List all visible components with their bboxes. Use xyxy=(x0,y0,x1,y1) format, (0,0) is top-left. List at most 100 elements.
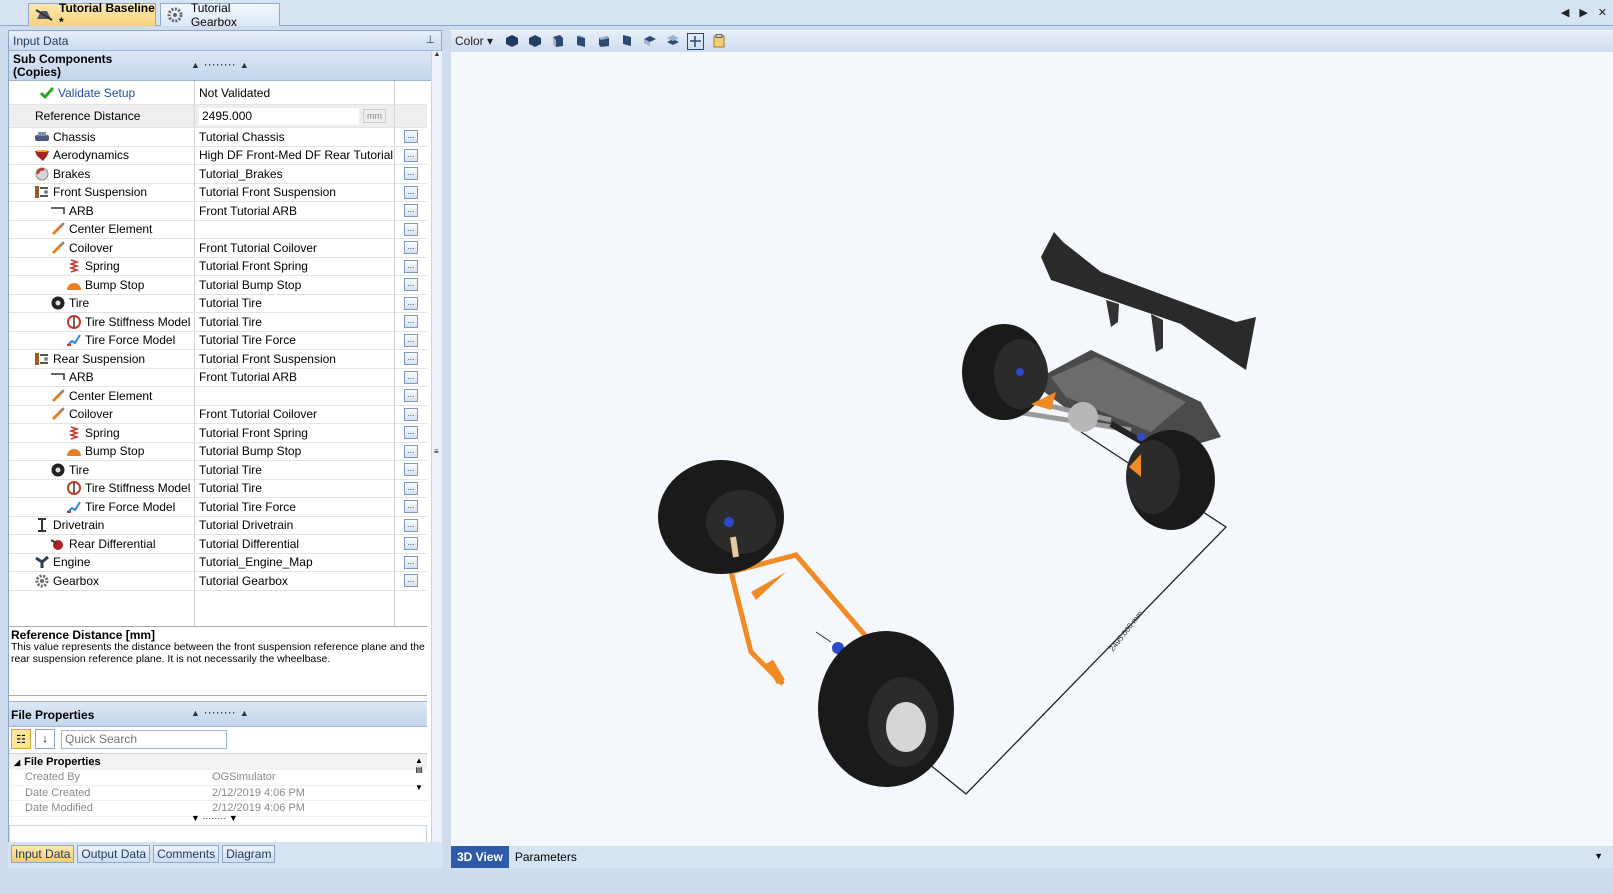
component-row-coilover[interactable]: Coilover Front Tutorial Coilover... xyxy=(9,239,427,258)
browse-button[interactable]: ... xyxy=(404,426,418,440)
component-row-coilover[interactable]: Coilover Front Tutorial Coilover... xyxy=(9,405,427,424)
browse-button[interactable]: ... xyxy=(404,259,418,273)
component-value[interactable]: Tutorial Chassis xyxy=(195,128,395,146)
file-properties-category[interactable]: ◢ File Properties xyxy=(9,754,427,770)
component-row-tire-force-model[interactable]: Tire Force Model Tutorial Tire Force... xyxy=(9,331,427,350)
component-row-spring[interactable]: Spring Tutorial Front Spring... xyxy=(9,257,427,276)
tab-output-data[interactable]: Output Data xyxy=(77,845,151,863)
tab-3d-view[interactable]: 3D View xyxy=(451,846,509,868)
component-row-center-element[interactable]: Center Element... xyxy=(9,220,427,239)
component-value[interactable]: Tutorial Front Spring xyxy=(195,257,395,275)
view-back-icon[interactable] xyxy=(595,33,612,50)
browse-button[interactable]: ... xyxy=(404,130,418,144)
component-value[interactable] xyxy=(195,387,395,405)
component-value[interactable]: Tutorial Bump Stop xyxy=(195,276,395,294)
left-panel-scrollbar[interactable]: ▲ ≡ ▼ xyxy=(431,51,442,867)
component-row-gearbox[interactable]: Gearbox Tutorial Gearbox... xyxy=(9,572,427,591)
browse-button[interactable]: ... xyxy=(404,537,418,551)
view-right-icon[interactable] xyxy=(572,33,589,50)
splitter-grip-icon[interactable]: ▼ ········ ▼ xyxy=(191,813,238,823)
component-value[interactable]: Tutorial Tire xyxy=(195,479,395,497)
browse-button[interactable]: ... xyxy=(404,463,418,477)
pin-icon[interactable]: ⊥ xyxy=(425,33,435,46)
browse-button[interactable]: ... xyxy=(404,333,418,347)
view-front-icon[interactable] xyxy=(526,33,543,50)
component-value[interactable]: High DF Front-Med DF Rear Tutorial xyxy=(195,146,395,164)
component-value[interactable]: Tutorial Front Suspension xyxy=(195,350,395,368)
component-value[interactable]: Front Tutorial ARB xyxy=(195,202,395,220)
validate-cell[interactable]: Validate Setup xyxy=(9,81,195,104)
view-left-icon[interactable] xyxy=(549,33,566,50)
browse-button[interactable]: ... xyxy=(404,278,418,292)
component-row-spring[interactable]: Spring Tutorial Front Spring... xyxy=(9,424,427,443)
component-row-center-element[interactable]: Center Element... xyxy=(9,387,427,406)
file-property-row[interactable]: Created By OGSimulator xyxy=(9,770,427,786)
browse-button[interactable]: ... xyxy=(404,185,418,199)
browse-button[interactable]: ... xyxy=(404,370,418,384)
component-value[interactable]: Tutorial Gearbox xyxy=(195,572,395,590)
browse-button[interactable]: ... xyxy=(404,352,418,366)
file-property-row[interactable]: Date Created 2/12/2019 4:06 PM xyxy=(9,786,427,801)
view-rear-icon[interactable] xyxy=(618,33,635,50)
scroll-right-icon[interactable]: ▶ xyxy=(1579,6,1587,19)
browse-button[interactable]: ... xyxy=(404,296,418,310)
browse-button[interactable]: ... xyxy=(404,241,418,255)
component-value[interactable]: Tutorial_Brakes xyxy=(195,165,395,183)
component-row-aerodynamics[interactable]: Aerodynamics High DF Front-Med DF Rear Tu… xyxy=(9,146,427,165)
reference-distance-input[interactable] xyxy=(199,107,359,125)
file-properties-scrollbar[interactable]: ▲ ▤ ▼ xyxy=(413,756,425,818)
browse-button[interactable]: ... xyxy=(404,555,418,569)
scroll-left-icon[interactable]: ◀ xyxy=(1561,6,1569,19)
component-value[interactable]: Front Tutorial Coilover xyxy=(195,239,395,257)
component-value[interactable]: Tutorial Tire xyxy=(195,461,395,479)
component-value[interactable]: Front Tutorial ARB xyxy=(195,368,395,386)
component-row-tire[interactable]: Tire Tutorial Tire... xyxy=(9,461,427,480)
browse-button[interactable]: ... xyxy=(404,407,418,421)
component-value[interactable]: Front Tutorial Coilover xyxy=(195,405,395,423)
chevron-down-icon[interactable]: ▼ xyxy=(1594,851,1603,861)
component-row-tire[interactable]: Tire Tutorial Tire... xyxy=(9,294,427,313)
scroll-up-icon[interactable]: ▲ xyxy=(432,51,442,58)
component-value[interactable]: Tutorial Front Spring xyxy=(195,424,395,442)
component-value[interactable]: Tutorial Differential xyxy=(195,535,395,553)
component-row-brakes[interactable]: Brakes Tutorial_Brakes... xyxy=(9,165,427,184)
component-row-tire-force-model[interactable]: Tire Force Model Tutorial Tire Force... xyxy=(9,498,427,517)
tab-comments[interactable]: Comments xyxy=(153,845,220,863)
browse-button[interactable]: ... xyxy=(404,574,418,588)
component-row-arb[interactable]: ARB Front Tutorial ARB... xyxy=(9,368,427,387)
browse-button[interactable]: ... xyxy=(404,148,418,162)
component-row-front-suspension[interactable]: Front Suspension Tutorial Front Suspensio… xyxy=(9,183,427,202)
component-value[interactable]: Tutorial Tire xyxy=(195,313,395,331)
tab-input-data[interactable]: Input Data xyxy=(11,845,75,863)
subcomponents-header[interactable]: Sub Components (Copies) ▲ ········ ▲ xyxy=(9,51,441,81)
splitter-grip-icon[interactable]: ▲ ········ ▲ xyxy=(191,708,250,718)
tab-parameters[interactable]: Parameters xyxy=(509,846,583,868)
quick-search-input[interactable] xyxy=(61,729,227,749)
fit-view-icon[interactable] xyxy=(687,32,705,50)
validate-setup-link[interactable]: Validate Setup xyxy=(58,86,135,100)
tab-tutorial-gearbox[interactable]: Tutorial Gearbox xyxy=(160,1,280,29)
browse-button[interactable]: ... xyxy=(404,518,418,532)
component-row-bump-stop[interactable]: Bump Stop Tutorial Bump Stop... xyxy=(9,442,427,461)
view-bottom-icon[interactable] xyxy=(664,33,681,50)
component-value[interactable]: Tutorial Bump Stop xyxy=(195,442,395,460)
component-value[interactable]: Tutorial_Engine_Map xyxy=(195,553,395,571)
component-row-bump-stop[interactable]: Bump Stop Tutorial Bump Stop... xyxy=(9,276,427,295)
clipboard-icon[interactable] xyxy=(710,33,727,50)
view-iso-icon[interactable] xyxy=(503,33,520,50)
component-row-arb[interactable]: ARB Front Tutorial ARB... xyxy=(9,202,427,221)
close-icon[interactable]: ✕ xyxy=(1598,6,1607,19)
browse-button[interactable]: ... xyxy=(404,481,418,495)
browse-button[interactable]: ... xyxy=(404,315,418,329)
component-row-rear-suspension[interactable]: Rear Suspension Tutorial Front Suspension… xyxy=(9,350,427,369)
browse-button[interactable]: ... xyxy=(404,389,418,403)
component-value[interactable]: Tutorial Drivetrain xyxy=(195,516,395,534)
scroll-thumb-grip-icon[interactable]: ≡ xyxy=(434,447,439,456)
component-row-engine[interactable]: Engine Tutorial_Engine_Map... xyxy=(9,553,427,572)
component-value[interactable]: Tutorial Tire Force xyxy=(195,331,395,349)
view-top-icon[interactable] xyxy=(641,33,658,50)
browse-button[interactable]: ... xyxy=(404,167,418,181)
component-value[interactable]: Tutorial Tire xyxy=(195,294,395,312)
browse-button[interactable]: ... xyxy=(404,222,418,236)
component-value[interactable]: Tutorial Tire Force xyxy=(195,498,395,516)
